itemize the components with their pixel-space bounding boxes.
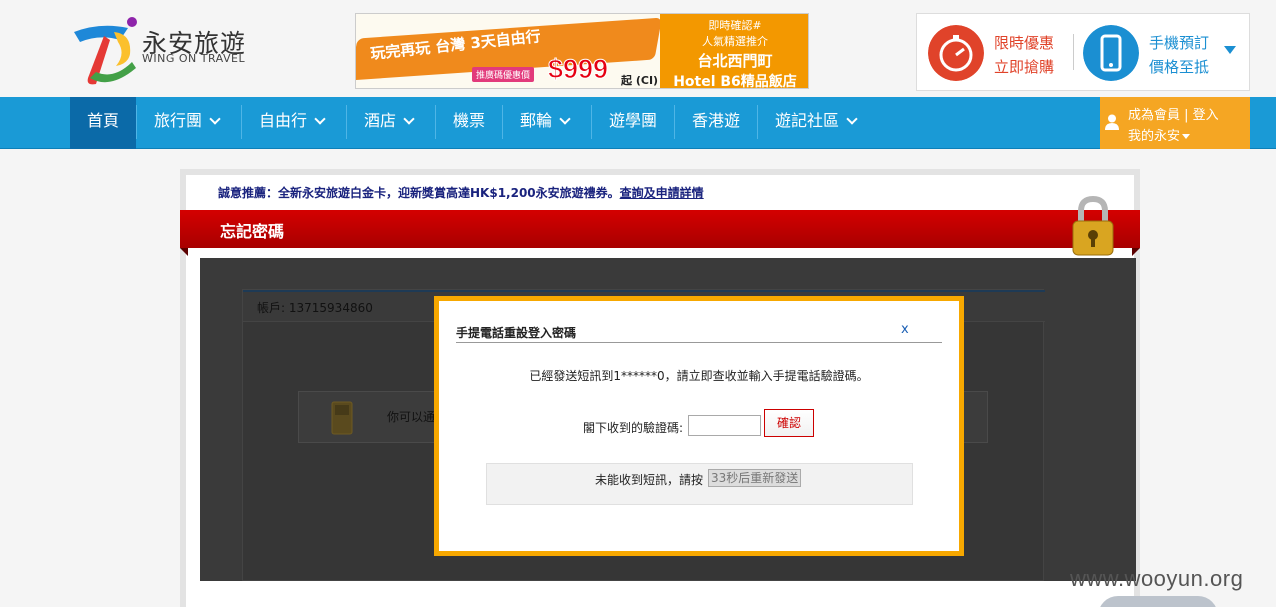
phone-icon — [331, 401, 353, 435]
ribbon-fold-right — [1132, 248, 1140, 256]
mobile-booking-text: 手機預訂 價格至抵 — [1149, 31, 1209, 79]
logo-english-name: WING ON TRAVEL — [142, 52, 246, 65]
sms-verification-dialog: 手提電話重設登入密碼 x 已經發送短訊到1******0，請立即查收並輸入手提電… — [434, 296, 964, 556]
banner-price: $999 — [547, 54, 609, 85]
account-label: 帳戶: 13715934860 — [257, 299, 373, 316]
dialog-title: 手提電話重設登入密碼 — [456, 326, 577, 340]
account-label-text: 帳戶: — [257, 301, 286, 315]
wing-on-logo[interactable]: 永安旅遊 WING ON TRAVEL — [70, 14, 250, 88]
limited-offer-line1: 限時優惠 — [994, 34, 1055, 52]
chevron-down-icon — [403, 113, 415, 125]
nav-hk-tours[interactable]: 香港遊 — [675, 97, 757, 149]
my-wing-on-label: 我的永安 — [1128, 129, 1181, 144]
nav-free-travel-label: 自由行 — [259, 111, 308, 130]
banner-location: 台北西門町 — [697, 52, 773, 70]
chevron-down-icon — [559, 113, 571, 125]
nav-hotels[interactable]: 酒店 — [347, 97, 430, 149]
mobile-booking-line1: 手機預訂 — [1149, 34, 1210, 52]
reset-method-text: 你可以通 — [387, 410, 436, 424]
nav-home[interactable]: 首頁 — [70, 97, 136, 149]
banner-promo-label: 推廣碼優惠價 — [472, 67, 535, 82]
banner-popular-pick: 人氣精選推介 — [702, 35, 768, 48]
limited-offer-text: 限時優惠 立即搶購 — [994, 31, 1054, 79]
banner-price-suffix-text: 起 — [621, 74, 632, 87]
chevron-down-icon — [314, 113, 326, 125]
dialog-divider — [456, 342, 942, 343]
platinum-card-notice: 誠意推薦：全新永安旅遊白金卡，迎新獎賞高達HK$1,200永安旅遊禮券。查詢及申… — [218, 184, 704, 201]
banner-instant-confirm: 即時確認# — [708, 19, 762, 32]
close-button[interactable]: x — [901, 322, 909, 337]
sms-sent-message: 已經發送短訊到1******0，請立即查收並輸入手提電話驗證碼。 — [529, 369, 869, 383]
notice-details-link[interactable]: 查詢及申請詳情 — [620, 186, 704, 200]
resend-prompt: 未能收到短訊，請按 — [595, 473, 704, 487]
site-header: 永安旅遊 WING ON TRAVEL 玩完再玩 台灣 3天自由行 推廣碼優惠價… — [0, 0, 1276, 97]
banner-price-note: (CI) — [635, 74, 659, 87]
promo-divider — [1073, 34, 1074, 70]
page-title: 忘記密碼 — [220, 222, 285, 241]
resend-sms-button[interactable]: 33秒后重新發送 — [708, 469, 802, 487]
logo-mark-icon — [74, 17, 137, 85]
section-title-bar: 忘記密碼 — [180, 210, 1140, 248]
main-nav: 首頁 旅行團 自由行 酒店 機票 郵輪 遊學團 香港遊 遊記社區 成為會員 | … — [0, 97, 1276, 149]
stopwatch-icon — [928, 25, 984, 81]
user-icon — [1105, 114, 1119, 130]
watermark: www.wooyun.org — [1070, 566, 1244, 591]
resend-panel: 未能收到短訊，請按 33秒后重新發送 — [486, 463, 913, 505]
ribbon-fold-left — [180, 248, 188, 256]
account-value: 13715934860 — [288, 301, 373, 315]
verification-code-input[interactable] — [688, 415, 761, 436]
member-login-panel[interactable]: 成為會員 | 登入 我的永安 — [1100, 97, 1250, 149]
padlock-icon — [1072, 195, 1114, 256]
chevron-down-icon — [209, 113, 221, 125]
mobile-phone-icon — [1083, 25, 1139, 81]
promo-dropdown-caret-icon[interactable] — [1224, 46, 1236, 54]
nav-cruises-label: 郵輪 — [520, 111, 553, 130]
header-promo-box: 限時優惠 立即搶購 手機預訂 價格至抵 — [916, 13, 1250, 91]
nav-hotels-label: 酒店 — [364, 111, 397, 130]
chevron-down-icon — [846, 113, 858, 125]
caret-down-icon — [1182, 134, 1191, 139]
nav-tours[interactable]: 旅行團 — [137, 97, 236, 149]
nav-flights[interactable]: 機票 — [436, 97, 502, 149]
notice-text: 誠意推薦：全新永安旅遊白金卡，迎新獎賞高達HK$1,200永安旅遊禮券。 — [218, 186, 620, 200]
banner-hotel-panel: 即時確認# 人氣精選推介 台北西門町 Hotel B6精品飯店 — [660, 14, 808, 89]
nav-travel-community[interactable]: 遊記社區 — [758, 97, 873, 149]
confirm-button[interactable]: 確認 — [764, 409, 814, 437]
nav-study-tours[interactable]: 遊學團 — [592, 97, 674, 149]
mobile-booking-link[interactable]: 手機預訂 價格至抵 — [1083, 23, 1233, 81]
limited-offer-line2: 立即搶購 — [994, 58, 1055, 76]
limited-offer-link[interactable]: 限時優惠 立即搶購 — [928, 23, 1078, 81]
mobile-booking-line2: 價格至抵 — [1149, 58, 1210, 76]
register-login-link[interactable]: 成為會員 | 登入 — [1128, 104, 1219, 123]
nav-travel-community-label: 遊記社區 — [775, 111, 840, 130]
banner-price-suffix: 起 (CI) — [621, 72, 658, 88]
nav-cruises[interactable]: 郵輪 — [503, 97, 586, 149]
my-wing-on-menu[interactable]: 我的永安 — [1128, 125, 1191, 144]
banner-hotel-name: Hotel B6精品飯店 — [673, 74, 797, 89]
nav-free-travel[interactable]: 自由行 — [242, 97, 341, 149]
taiwan-hotel-ad-banner[interactable]: 玩完再玩 台灣 3天自由行 推廣碼優惠價 $999 起 (CI) 即時確認# 人… — [355, 13, 809, 89]
nav-tours-label: 旅行團 — [154, 111, 203, 130]
verification-code-label: 閣下收到的驗證碼: — [583, 421, 684, 435]
corner-widget — [1098, 596, 1218, 607]
